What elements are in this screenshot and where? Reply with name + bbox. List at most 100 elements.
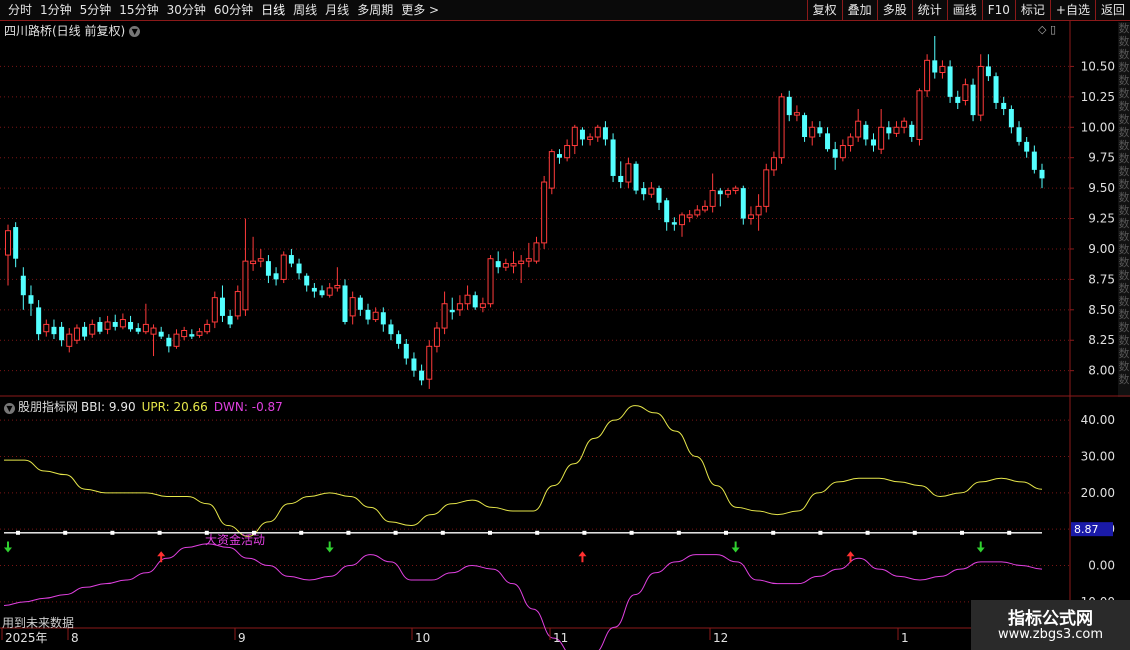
candle-body <box>204 323 211 333</box>
candle-body <box>1031 151 1037 170</box>
candle-body <box>755 205 762 216</box>
time-tick-label: 1 <box>901 631 909 645</box>
candle-body <box>227 315 233 325</box>
candle-body <box>411 358 417 371</box>
candle-body <box>219 297 225 316</box>
candle-body <box>863 124 869 140</box>
bbi-dot <box>771 530 776 535</box>
candle-body <box>809 126 816 138</box>
candle-body <box>464 294 471 305</box>
indicator-name: 股朋指标网 <box>18 400 79 414</box>
bbi-dot <box>960 530 964 535</box>
indicator-tick-label: 0.00 <box>1088 559 1115 573</box>
candle-body <box>380 312 386 325</box>
candle-body <box>211 297 218 323</box>
bbi-dot <box>865 530 870 535</box>
candle-body <box>135 328 141 332</box>
price-tick-label: 8.50 <box>1088 303 1115 317</box>
candle-body <box>541 181 548 244</box>
bbi-dot <box>488 530 492 535</box>
bbi-dot <box>818 530 823 535</box>
candle-body <box>502 263 509 268</box>
candle-body <box>273 273 279 280</box>
candle-body <box>128 321 134 330</box>
candle-body <box>43 323 50 333</box>
candle-body <box>656 188 662 203</box>
candle-body <box>947 66 953 97</box>
candle-body <box>847 136 854 147</box>
candle-body <box>388 324 394 335</box>
candle-body <box>1008 109 1014 128</box>
candle-body <box>1024 141 1030 152</box>
candle-body <box>257 258 264 262</box>
candle-body <box>36 307 42 335</box>
bbi-value: BBI: 9.90 <box>81 400 136 414</box>
candle-body <box>342 285 348 322</box>
candle-body <box>13 227 19 259</box>
price-tick-label: 8.25 <box>1088 333 1115 347</box>
up-arrow-icon <box>157 551 166 563</box>
candle-body <box>319 290 325 296</box>
bbi-dot <box>63 530 68 535</box>
candle-body <box>280 254 287 280</box>
candle-body <box>189 334 195 337</box>
candle-body <box>985 66 991 77</box>
current-value-label: 8.87 <box>1074 523 1099 536</box>
time-tick-label: 9 <box>238 631 246 645</box>
candle-body <box>296 263 302 274</box>
candle-body <box>479 303 486 308</box>
bbi-dot <box>1007 530 1012 535</box>
candle-body <box>870 139 876 146</box>
candle-body <box>158 331 164 337</box>
candle-body <box>311 287 317 292</box>
indicator-menu-icon[interactable]: ▼ <box>4 403 15 414</box>
candle-body <box>242 260 249 311</box>
candle-body <box>732 187 739 192</box>
candle-body <box>349 297 356 317</box>
candle-body <box>59 326 65 341</box>
candle-body <box>878 126 885 150</box>
price-tick-label: 10.25 <box>1081 90 1115 104</box>
candle-body <box>518 260 525 265</box>
candle-body <box>825 133 831 150</box>
price-tick-label: 8.00 <box>1088 364 1115 378</box>
candle-body <box>618 175 624 183</box>
candle-body <box>82 326 88 337</box>
price-chart[interactable]: 大资金活动 10.5010.2510.009.759.509.259.008.7… <box>0 0 1130 650</box>
price-tick-label: 9.75 <box>1088 151 1115 165</box>
indicator-title[interactable]: ▼ 股朋指标网 BBI: 9.90 UPR: 20.66 DWN: -0.87 <box>4 398 289 415</box>
candle-body <box>664 200 670 223</box>
candle-body <box>770 157 777 171</box>
candle-body <box>717 190 723 195</box>
price-tick-label: 9.00 <box>1088 242 1115 256</box>
candle-body <box>955 96 961 103</box>
candle-body <box>747 214 754 220</box>
candle-body <box>648 187 655 195</box>
candle-body <box>855 120 862 138</box>
candle-body <box>610 139 616 176</box>
candle-body <box>701 205 708 211</box>
price-tick-label: 8.75 <box>1088 272 1115 286</box>
candle-body <box>403 343 409 359</box>
candle-body <box>556 154 562 158</box>
candle-body <box>525 258 532 262</box>
candle-body <box>740 188 746 219</box>
candle-body <box>724 190 731 195</box>
bbi-dot <box>676 530 681 535</box>
candle-body <box>419 370 425 381</box>
candle-body <box>288 255 294 264</box>
candle-body <box>449 309 455 313</box>
down-arrow-icon <box>976 541 985 553</box>
bbi-dot <box>582 530 587 535</box>
price-tick-label: 10.50 <box>1081 59 1115 73</box>
time-tick-label: 10 <box>415 631 430 645</box>
candle-body <box>150 327 157 335</box>
candle-body <box>587 136 594 140</box>
candle-body <box>196 331 203 336</box>
candle-body <box>832 149 838 158</box>
candle-body <box>970 84 976 116</box>
price-tick-label: 9.50 <box>1088 181 1115 195</box>
candle-body <box>802 115 808 138</box>
bbi-dot <box>629 530 634 535</box>
candle-body <box>671 222 677 225</box>
